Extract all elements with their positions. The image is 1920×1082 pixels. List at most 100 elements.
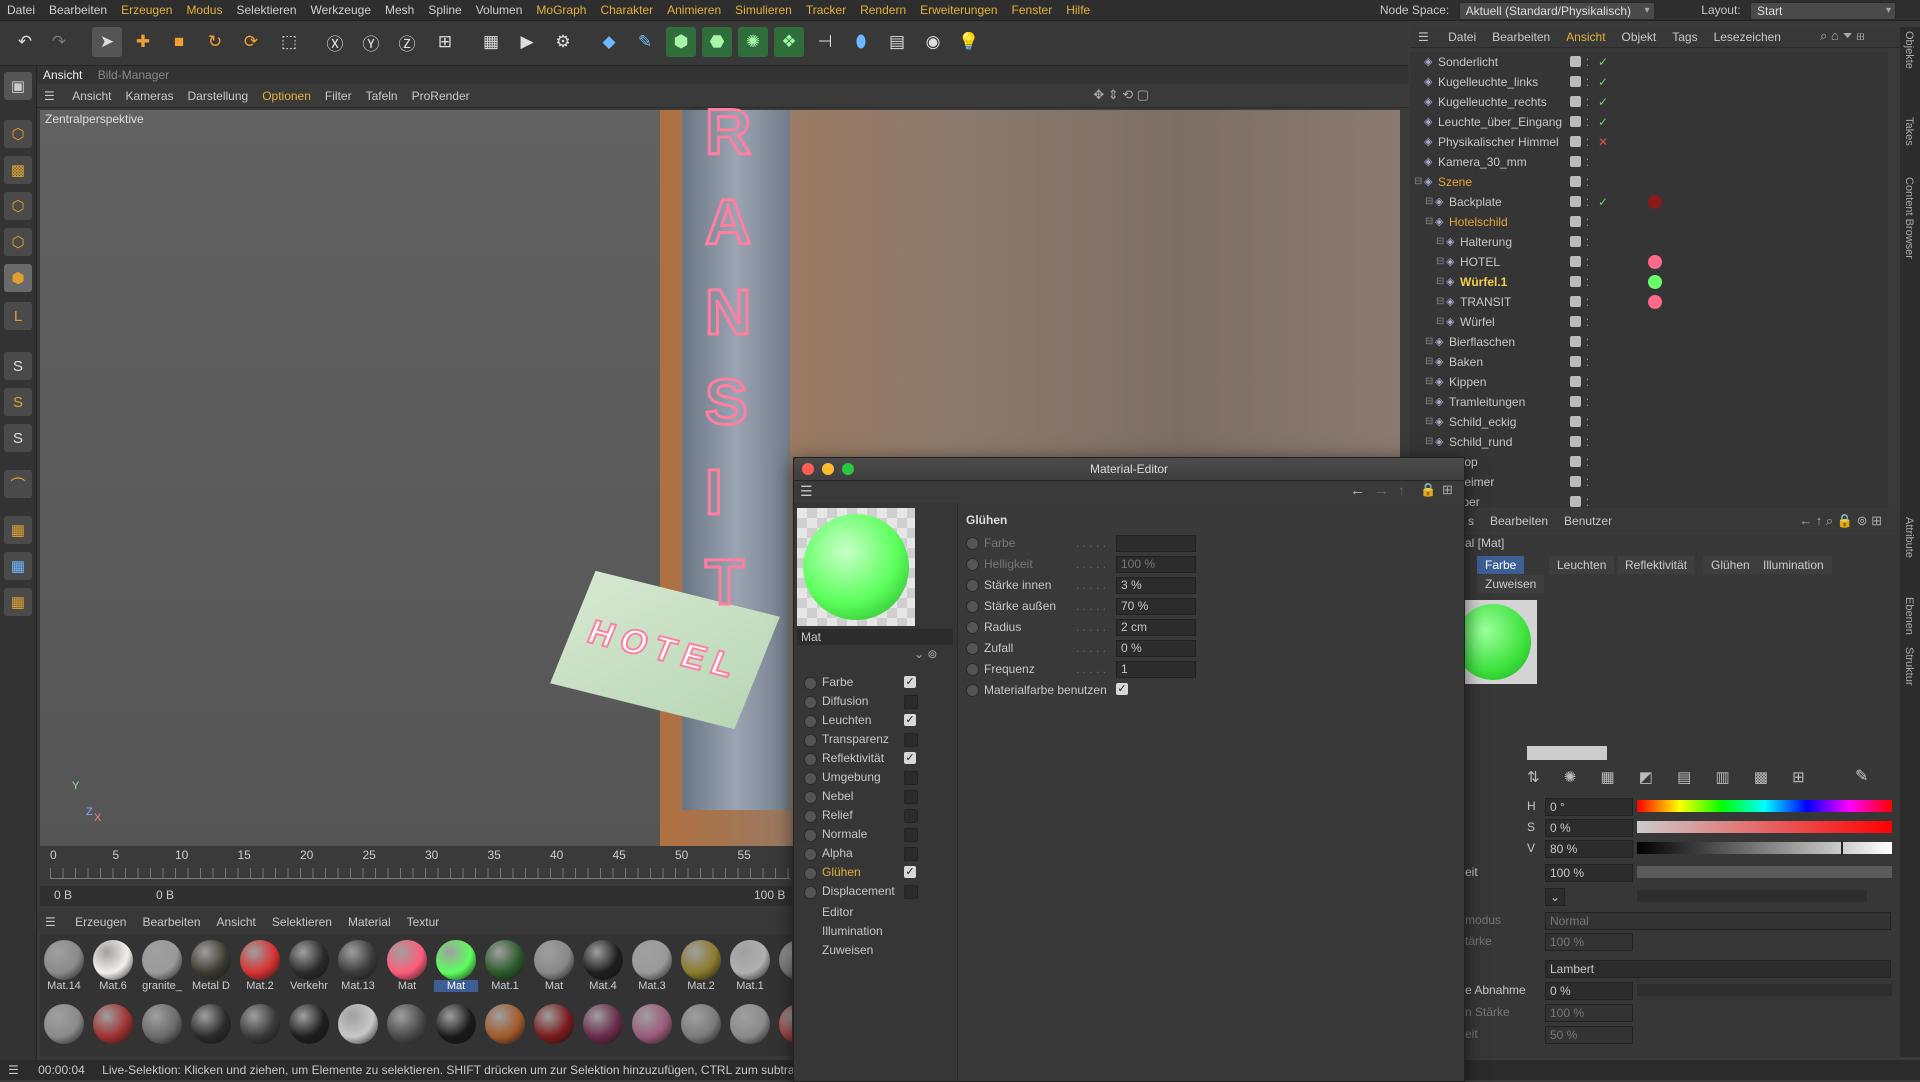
channel-radio-icon[interactable] (804, 753, 817, 766)
layer-toggle[interactable] (1570, 176, 1581, 187)
object-name[interactable]: Halterung (1460, 232, 1512, 252)
layer-toggle[interactable] (1570, 276, 1581, 287)
visibility-dots-icon[interactable]: ⁚ (1586, 234, 1589, 254)
material-swatch[interactable]: Verkehr (287, 938, 331, 998)
enabled-check-icon[interactable]: ✕ (1598, 132, 1608, 152)
channel-label[interactable]: Displacement (822, 882, 895, 901)
value-slider[interactable] (1637, 841, 1892, 855)
timeline-range[interactable]: 0 B 0 B 100 B (40, 886, 792, 906)
field-icon[interactable]: ⬮ (846, 27, 876, 57)
material-swatch[interactable] (91, 1002, 135, 1056)
object-menu-icon[interactable]: ☰ (1410, 27, 1437, 47)
material-menu-material[interactable]: Material (340, 912, 399, 932)
menu-item-hilfe[interactable]: Hilfe (1059, 0, 1097, 20)
expand-toggle-icon[interactable]: ⊟ (1436, 232, 1444, 252)
object-name[interactable]: Sonderlicht (1438, 52, 1498, 72)
texture-mode-icon[interactable]: ▩ (4, 156, 32, 184)
object-row[interactable]: ⊟ ◈ Hotelschild ⁚ (1410, 212, 1888, 232)
channel-radio-icon[interactable] (804, 810, 817, 823)
object-name[interactable]: Schild_eckig (1449, 412, 1516, 432)
saturation-slider[interactable] (1637, 821, 1892, 833)
menu-item-animieren[interactable]: Animieren (660, 0, 728, 20)
render-picture-icon[interactable]: ▶ (512, 27, 542, 57)
object-name[interactable]: Hotelschild (1449, 212, 1508, 232)
material-tag-icon[interactable] (1648, 275, 1662, 289)
object-name[interactable]: Kugelleuchte_rechts (1438, 92, 1547, 112)
channel-checkbox[interactable] (904, 695, 918, 709)
layout-dropdown[interactable]: Start (1750, 1, 1896, 20)
time-current[interactable]: 0 B (156, 888, 174, 902)
visibility-dots-icon[interactable]: ⁚ (1586, 174, 1589, 194)
menu-item-tracker[interactable]: Tracker (799, 0, 853, 20)
eyedropper-icon[interactable]: ✎ (1855, 766, 1868, 786)
layer-toggle[interactable] (1570, 376, 1581, 387)
material-swatch[interactable] (483, 1002, 527, 1056)
viewport-menu-filter[interactable]: Filter (318, 85, 359, 107)
material-editor-titlebar[interactable]: Material-Editor (794, 458, 1464, 481)
menu-item-simulieren[interactable]: Simulieren (728, 0, 799, 20)
menu-item-charakter[interactable]: Charakter (593, 0, 660, 20)
layer-toggle[interactable] (1570, 496, 1581, 507)
object-row[interactable]: ⊟ ◈ Bierflaschen ⁚ (1410, 332, 1888, 352)
layer-toggle[interactable] (1570, 236, 1581, 247)
undo-icon[interactable]: ↶ (10, 27, 40, 57)
expand-toggle-icon[interactable]: ⊟ (1425, 192, 1433, 212)
object-row[interactable]: ⊟ ◈ Schild_rund ⁚ (1410, 432, 1888, 452)
layer-toggle[interactable] (1570, 76, 1581, 87)
model-mode-icon[interactable]: ⬡ (4, 120, 32, 148)
attr-tab-glühen[interactable]: Glühen (1703, 556, 1758, 574)
menu-item-modus[interactable]: Modus (179, 0, 229, 20)
channel-radio-icon[interactable] (804, 696, 817, 709)
material-swatch[interactable]: Mat.1 (728, 938, 772, 998)
attr-tab-leuchten[interactable]: Leuchten (1549, 556, 1615, 574)
z-axis-icon[interactable]: Ⓩ (392, 27, 422, 57)
material-swatch[interactable] (189, 1002, 233, 1056)
visibility-dots-icon[interactable]: ⁚ (1586, 134, 1589, 154)
materials-menu-icon[interactable]: ☰ (37, 912, 64, 932)
channel-normale[interactable]: Normale (804, 825, 954, 844)
extra-illumination[interactable]: Illumination (822, 922, 883, 941)
object-name[interactable]: TRANSIT (1460, 292, 1511, 312)
lock-icon[interactable]: 🔒 (1420, 482, 1436, 498)
material-swatch[interactable]: Mat.2 (238, 938, 282, 998)
locked-workplane-icon[interactable]: ▦ (4, 588, 32, 616)
menu-item-bearbeiten[interactable]: Bearbeiten (42, 0, 114, 20)
material-swatch[interactable]: Metal D (189, 938, 233, 998)
param-value[interactable]: 2 cm (1116, 619, 1196, 636)
object-name[interactable]: Tramleitungen (1449, 392, 1525, 412)
visibility-dots-icon[interactable]: ⁚ (1586, 154, 1589, 174)
hue-slider[interactable] (1637, 800, 1892, 812)
layer-toggle[interactable] (1570, 56, 1581, 67)
side-tab-struktur[interactable]: Struktur (1903, 647, 1915, 686)
channel-label[interactable]: Reflektivität (822, 749, 884, 768)
material-swatch[interactable] (630, 1002, 674, 1056)
object-menu-objekt[interactable]: Objekt (1614, 27, 1665, 47)
attr-tab-reflektivität[interactable]: Reflektivität (1617, 556, 1696, 574)
channel-radio-icon[interactable] (804, 886, 817, 899)
side-tab-objekte[interactable]: Objekte (1903, 31, 1915, 69)
material-swatch[interactable]: Mat.6 (91, 938, 135, 998)
channel-radio-icon[interactable] (804, 791, 817, 804)
channel-checkbox[interactable] (904, 885, 918, 899)
new-window-icon[interactable]: ⊞ (1442, 482, 1453, 498)
material-name-field[interactable]: Mat (797, 629, 953, 645)
channel-radio-icon[interactable] (804, 848, 817, 861)
strength2-field[interactable]: 100 % (1545, 1004, 1633, 1022)
channel-label[interactable]: Glühen (822, 863, 861, 882)
light-icon[interactable]: 💡 (954, 27, 984, 57)
viewport-menu-ansicht[interactable]: Ansicht (65, 85, 118, 107)
channel-nebel[interactable]: Nebel (804, 787, 954, 806)
param-animate-icon[interactable] (966, 684, 979, 697)
material-swatch[interactable]: Mi (777, 938, 792, 998)
channel-label[interactable]: Diffusion (822, 692, 868, 711)
object-row[interactable]: ◈ Kugelleuchte_rechts ⁚ ✓ (1410, 92, 1888, 112)
viewport-menu-darstellung[interactable]: Darstellung (181, 85, 256, 107)
visibility-dots-icon[interactable]: ⁚ (1586, 494, 1589, 508)
tab-ansicht[interactable]: Ansicht (37, 66, 88, 84)
object-name[interactable]: Baken (1449, 352, 1483, 372)
material-tag-icon[interactable] (1648, 295, 1662, 309)
object-name[interactable]: Würfel.1 (1460, 272, 1507, 292)
tab-bild-manager[interactable]: Bild-Manager (92, 66, 175, 84)
attr-tab-illumination[interactable]: Illumination (1755, 556, 1832, 574)
param-value[interactable]: 100 % (1116, 556, 1196, 573)
